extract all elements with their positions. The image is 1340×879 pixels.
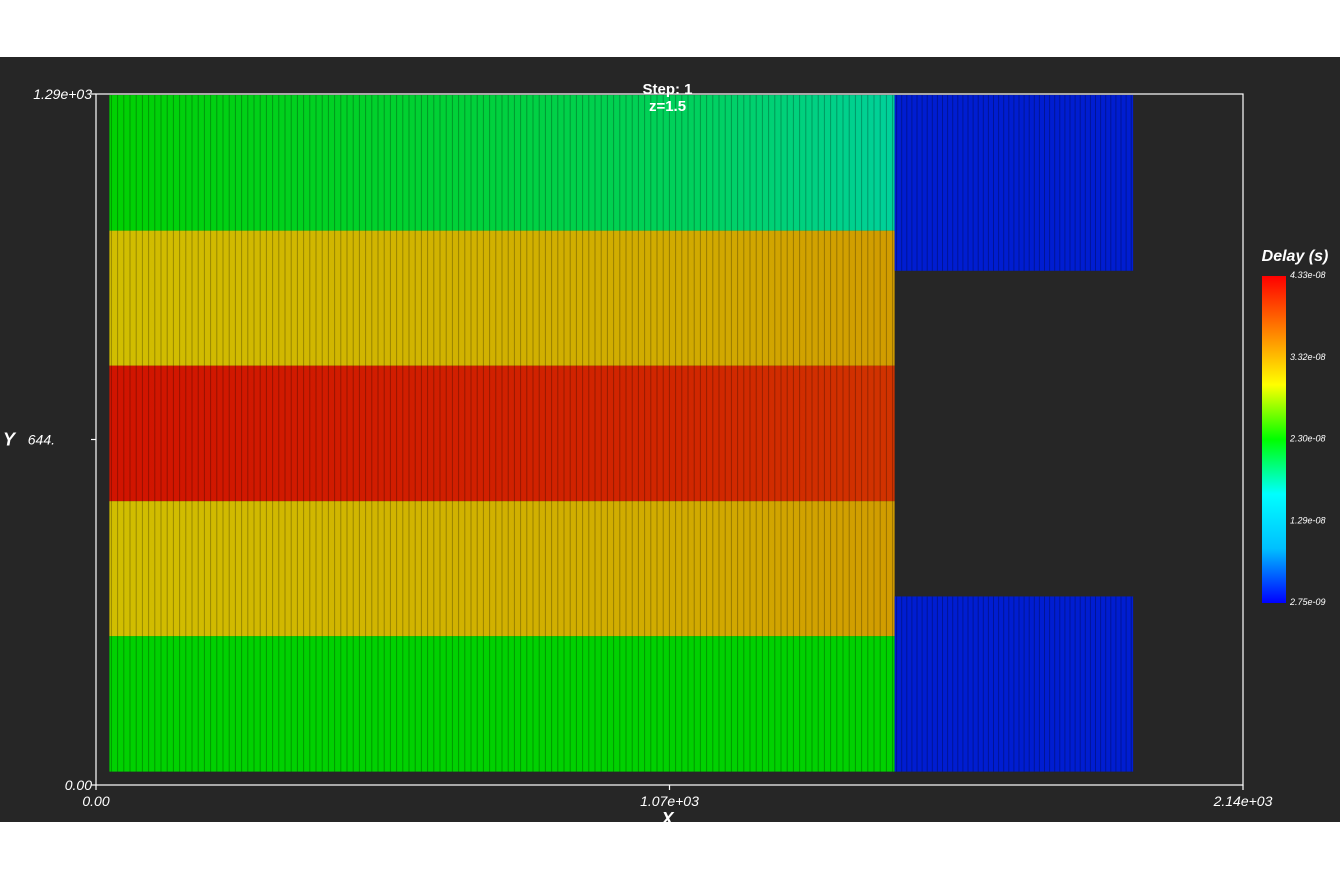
chart-title-step: Step: 1 — [642, 81, 692, 98]
x-axis-title: X — [660, 809, 674, 822]
x-tick-label: 2.14e+03 — [1213, 793, 1273, 809]
y-tick-label: 644. — [28, 432, 55, 448]
x-axis: 0.00 1.07e+03 2.14e+03 X — [82, 785, 1273, 822]
x-tick-label: 1.07e+03 — [640, 793, 699, 809]
y-axis: 0.00 644. 1.29e+03 Y — [3, 86, 96, 793]
y-tick-label: 0.00 — [65, 777, 92, 793]
colorbar-tick-label: 1.29e-08 — [1290, 515, 1326, 525]
x-tick-label: 0.00 — [82, 793, 109, 809]
colorbar-tick-label: 4.33e-08 — [1290, 270, 1326, 280]
chart-title-z: z=1.5 — [649, 98, 686, 115]
render-viewport[interactable]: Step: 1 z=1.5 0.00 1.07e+03 2.14e+03 X 0… — [0, 57, 1340, 822]
heatmap-plot: Step: 1 z=1.5 0.00 1.07e+03 2.14e+03 X 0… — [3, 81, 1329, 822]
y-axis-title: Y — [3, 430, 17, 450]
colorbar-tick-label: 2.30e-08 — [1289, 434, 1326, 444]
colorbar-tick-label: 3.32e-08 — [1290, 352, 1326, 362]
colorbar-legend: Delay (s) 4.33e-08 3.32e-08 2.30e-08 1.2… — [1262, 248, 1329, 607]
y-tick-label: 1.29e+03 — [33, 86, 92, 102]
colorbar-gradient — [1262, 276, 1286, 603]
colorbar-title: Delay (s) — [1262, 248, 1329, 265]
data-layer — [109, 95, 1134, 772]
colorbar-tick-label: 2.75e-09 — [1289, 597, 1326, 607]
